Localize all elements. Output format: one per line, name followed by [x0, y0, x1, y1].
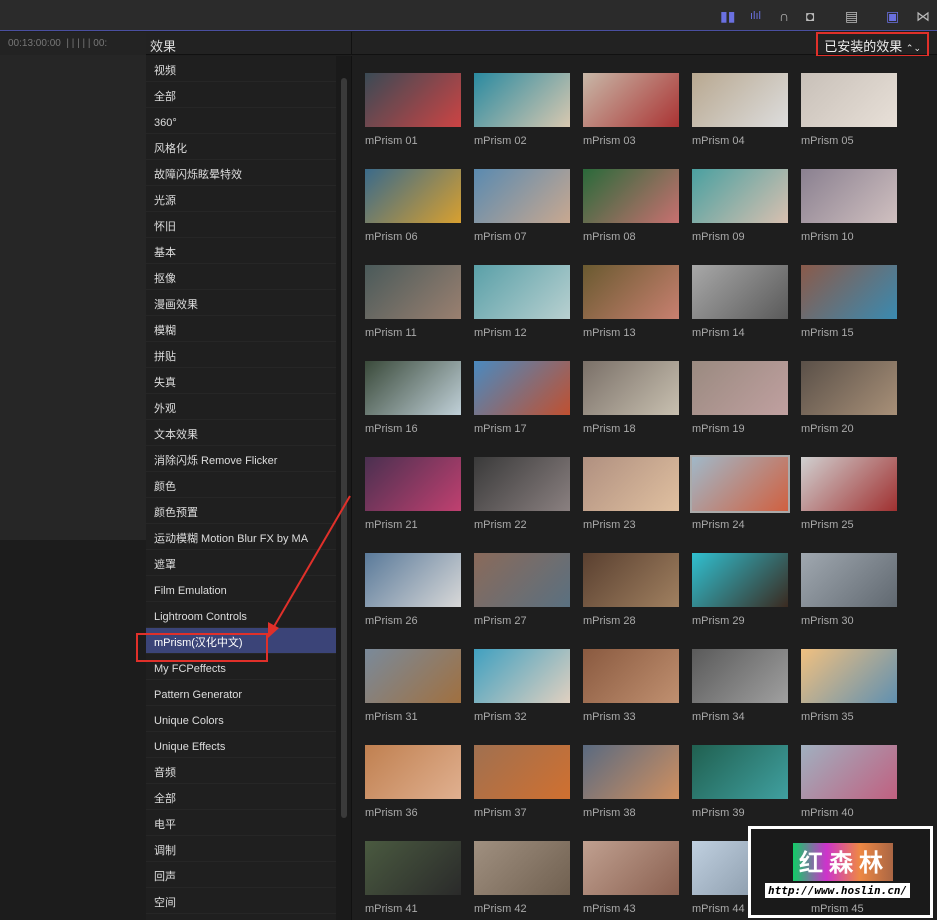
annotation-arrow: [268, 495, 351, 638]
watermark: 红森林 http://www.hoslin.cn/ mPrism 45: [748, 826, 933, 918]
watermark-caption: mPrism 45: [811, 903, 864, 915]
watermark-logo: 红森林: [793, 843, 893, 881]
watermark-url: http://www.hoslin.cn/: [765, 883, 911, 898]
